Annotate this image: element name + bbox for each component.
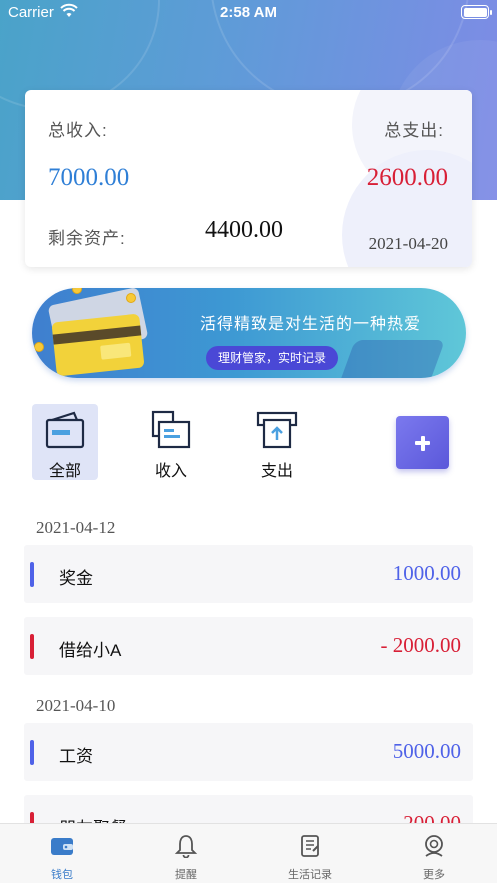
wallet-icon	[45, 411, 85, 449]
tab-life-records[interactable]: 生活记录	[248, 824, 372, 883]
record-row[interactable]: 工资 5000.00	[24, 723, 473, 781]
income-indicator	[30, 740, 34, 765]
category-tab-label: 支出	[260, 463, 293, 480]
tab-more[interactable]: 更多	[372, 824, 496, 883]
record-amount: - 2000.00	[380, 633, 462, 657]
bottom-tab-bar: 钱包 提醒 生活记录 更多	[0, 823, 497, 883]
record-amount: 5000.00	[392, 739, 461, 763]
tab-label: 提醒	[175, 869, 197, 881]
record-name: 工资	[59, 747, 93, 766]
credit-card-illustration	[51, 313, 145, 377]
record-amount: 1000.00	[392, 561, 461, 585]
coin-icon	[72, 288, 82, 294]
expense-tray-icon	[256, 411, 298, 449]
record-row[interactable]: 奖金 1000.00	[24, 545, 473, 603]
clock: 2:58 AM	[220, 4, 277, 21]
bell-icon	[174, 835, 198, 858]
income-doc-icon	[151, 410, 191, 449]
banner-pill[interactable]: 理财管家，实时记录	[206, 346, 339, 370]
record-name: 借给小A	[59, 641, 122, 660]
record-name: 奖金	[59, 569, 93, 588]
tab-reminder[interactable]: 提醒	[124, 824, 248, 883]
tab-wallet[interactable]: 钱包	[0, 824, 124, 883]
total-expense-value: 2600.00	[366, 164, 448, 191]
add-record-button[interactable]	[396, 416, 449, 469]
coin-icon	[126, 293, 136, 303]
category-tab-label: 收入	[154, 463, 187, 480]
record-row[interactable]: 借给小A - 2000.00	[24, 617, 473, 675]
tab-label: 钱包	[51, 869, 73, 881]
tab-label: 生活记录	[288, 869, 332, 881]
category-tab-all[interactable]: 全部	[32, 404, 98, 480]
notebook-icon	[301, 835, 319, 857]
remaining-assets-label: 剩余资产:	[48, 229, 126, 248]
banner-title: 活得精致是对生活的一种热爱	[200, 316, 422, 333]
total-expense-label: 总支出:	[384, 121, 444, 140]
remaining-assets-value: 4400.00	[205, 217, 283, 243]
summary-card: 总收入: 总支出: 7000.00 2600.00 剩余资产: 4400.00 …	[25, 90, 472, 267]
promo-banner[interactable]: 活得精致是对生活的一种热爱 理财管家，实时记录	[32, 288, 466, 378]
total-income-value: 7000.00	[48, 164, 130, 191]
coin-icon	[34, 342, 44, 352]
category-tab-income[interactable]: 收入	[138, 404, 204, 480]
category-tab-label: 全部	[48, 463, 81, 480]
category-tab-expense[interactable]: 支出	[244, 404, 310, 480]
group-date: 2021-04-12	[36, 518, 116, 537]
battery-icon	[461, 5, 492, 19]
summary-date: 2021-04-20	[368, 234, 448, 253]
expense-indicator	[30, 634, 34, 659]
status-bar: Carrier 2:58 AM	[0, 0, 497, 26]
user-icon	[425, 835, 443, 857]
wallet-icon	[51, 838, 73, 855]
income-indicator	[30, 562, 34, 587]
group-date: 2021-04-10	[36, 696, 116, 715]
tab-label: 更多	[423, 869, 445, 881]
total-income-label: 总收入:	[48, 121, 108, 140]
